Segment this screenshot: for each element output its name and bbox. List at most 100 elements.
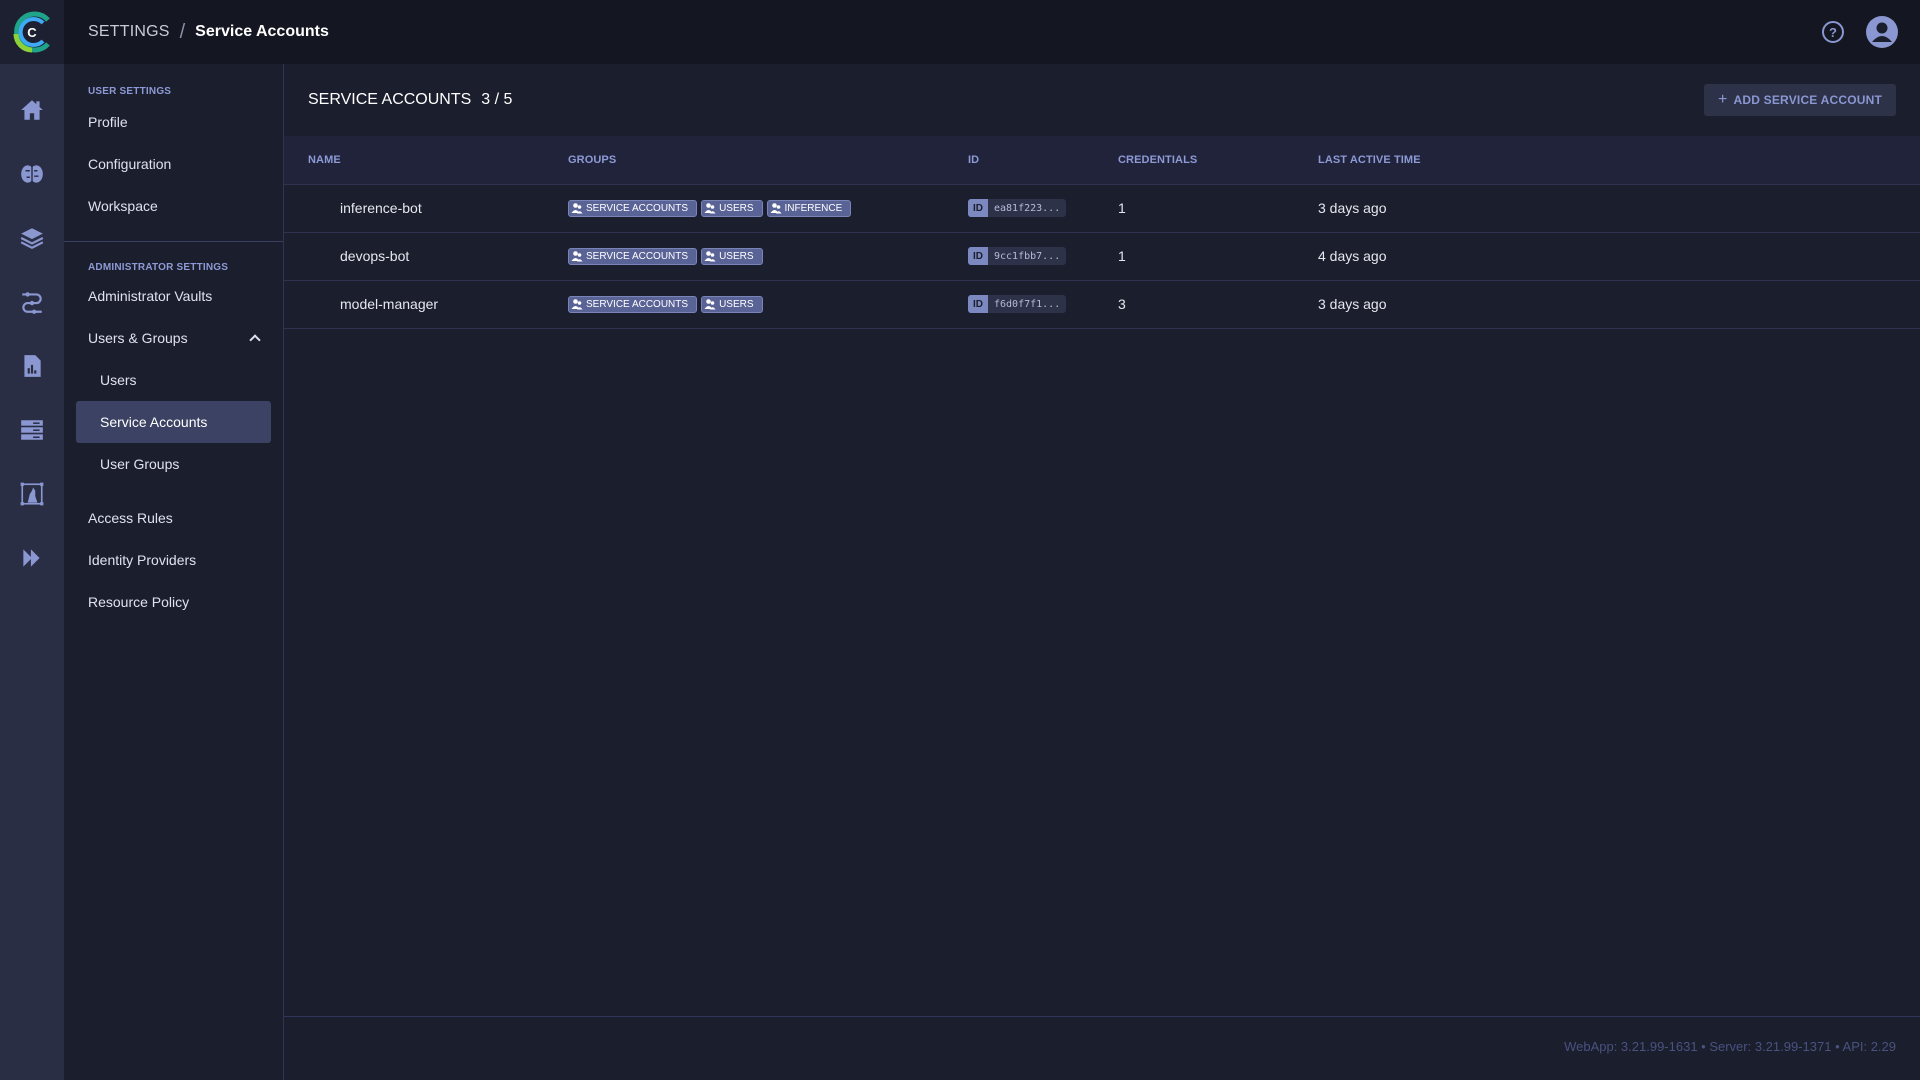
group-tag-label: USERS [719, 298, 754, 310]
group-icon [704, 251, 716, 262]
nav-identity-providers[interactable]: Identity Providers [64, 539, 283, 581]
cell-credentials: 1 [1118, 184, 1318, 233]
nav-resource-policy[interactable]: Resource Policy [64, 581, 283, 623]
nav-users[interactable]: Users [64, 359, 283, 401]
help-icon[interactable]: ? [1822, 21, 1844, 43]
group-icon [770, 203, 782, 214]
app-logo[interactable]: C [0, 0, 64, 64]
nav-users-groups-label: Users & Groups [88, 330, 188, 346]
id-value: ea81f223... [994, 202, 1061, 214]
icon-rail [0, 64, 64, 1080]
id-chip[interactable]: ID 9cc1fbb7... [968, 247, 1067, 266]
group-icon [571, 299, 583, 310]
nav-administrator-vaults[interactable]: Administrator Vaults [64, 275, 283, 317]
cell-name: model-manager [284, 280, 568, 329]
id-value: f6d0f7f1... [994, 298, 1061, 310]
version-info: WebApp: 3.21.99-1631 • Server: 3.21.99-1… [1564, 1039, 1896, 1054]
column-header-credentials[interactable]: CREDENTIALS [1118, 136, 1318, 185]
rail-home[interactable] [0, 78, 64, 142]
cell-id: ID 9cc1fbb7... [968, 232, 1118, 281]
nav-workspace[interactable]: Workspace [64, 185, 283, 227]
column-header-last-active[interactable]: LAST ACTIVE TIME [1318, 136, 1920, 185]
breadcrumb-settings[interactable]: SETTINGS [88, 23, 170, 41]
cell-credentials: 1 [1118, 232, 1318, 281]
page-title-text: SERVICE ACCOUNTS [308, 91, 472, 108]
group-tag[interactable]: USERS [701, 247, 763, 265]
nav-access-rules[interactable]: Access Rules [64, 497, 283, 539]
table-row[interactable]: devops-bot SERVICE ACCOUNTS USERS ID 9cc1fbb… [284, 232, 1920, 281]
group-tag-label: SERVICE ACCOUNTS [586, 298, 689, 310]
group-tag-label: INFERENCE [784, 202, 843, 214]
main-content: SERVICE ACCOUNTS 3 / 5 + ADD SERVICE ACCO… [284, 64, 1920, 1080]
breadcrumb: SETTINGS / Service Accounts [88, 21, 329, 44]
cell-groups: SERVICE ACCOUNTS USERS [568, 280, 968, 329]
nav-configuration[interactable]: Configuration [64, 143, 283, 185]
user-avatar[interactable] [1866, 16, 1898, 48]
cell-id: ID ea81f223... [968, 184, 1118, 233]
group-icon [571, 203, 583, 214]
id-value: 9cc1fbb7... [994, 250, 1061, 262]
layers-icon [20, 228, 44, 249]
page-header: SERVICE ACCOUNTS 3 / 5 + ADD SERVICE ACCO… [284, 64, 1920, 136]
nav-user-groups[interactable]: User Groups [64, 443, 283, 485]
datasets-icon [21, 420, 43, 440]
cell-groups: SERVICE ACCOUNTS USERS [568, 232, 968, 281]
pipeline-icon [22, 292, 42, 314]
column-header-groups[interactable]: GROUPS [568, 136, 968, 185]
group-tag[interactable]: USERS [701, 199, 763, 217]
chevron-up-icon[interactable] [249, 334, 261, 346]
id-chip[interactable]: ID ea81f223... [968, 199, 1067, 218]
add-service-account-button[interactable]: + ADD SERVICE ACCOUNT [1703, 84, 1896, 116]
rail-models[interactable] [0, 142, 64, 206]
nav-divider [64, 241, 283, 242]
group-tag[interactable]: SERVICE ACCOUNTS [568, 199, 698, 217]
settings-sidenav: USER SETTINGS Profile Configuration Work… [64, 64, 284, 1080]
group-icon [704, 203, 716, 214]
cell-last-active: 3 days ago [1318, 280, 1920, 329]
logo-icon: C [13, 11, 50, 53]
rail-datasets[interactable] [0, 398, 64, 462]
cell-name: devops-bot [284, 232, 568, 281]
cell-groups: SERVICE ACCOUNTS USERS INFERENCE [568, 184, 968, 233]
brain-icon [21, 165, 43, 183]
rail-reports[interactable] [0, 334, 64, 398]
group-tag[interactable]: SERVICE ACCOUNTS [568, 295, 698, 313]
id-label: ID [968, 247, 988, 266]
nav-service-accounts[interactable]: Service Accounts [76, 401, 271, 443]
cell-last-active: 3 days ago [1318, 184, 1920, 233]
service-account-count: 3 / 5 [481, 91, 513, 108]
group-tag[interactable]: USERS [701, 295, 763, 313]
id-chip[interactable]: ID f6d0f7f1... [968, 295, 1067, 314]
cell-name: inference-bot [284, 184, 568, 233]
user-settings-title: USER SETTINGS [88, 86, 172, 97]
rail-annotation[interactable] [0, 462, 64, 526]
group-tag[interactable]: SERVICE ACCOUNTS [568, 247, 698, 265]
table-row[interactable]: inference-bot SERVICE ACCOUNTS USERS INFERE… [284, 184, 1920, 233]
annotation-icon [20, 482, 44, 506]
nav-profile[interactable]: Profile [64, 101, 283, 143]
group-tag-label: USERS [719, 202, 754, 214]
rail-projects[interactable] [0, 206, 64, 270]
group-icon [704, 299, 716, 310]
group-tag-label: SERVICE ACCOUNTS [586, 250, 689, 262]
admin-settings-title: ADMINISTRATOR SETTINGS [88, 262, 229, 273]
cell-id: ID f6d0f7f1... [968, 280, 1118, 329]
cell-last-active: 4 days ago [1318, 232, 1920, 281]
column-header-name[interactable]: NAME [284, 136, 568, 185]
nav-users-groups[interactable]: Users & Groups [64, 317, 283, 359]
group-tag[interactable]: INFERENCE [766, 199, 852, 217]
breadcrumb-current: Service Accounts [195, 23, 329, 40]
rail-pipelines[interactable] [0, 270, 64, 334]
cell-credentials: 3 [1118, 280, 1318, 329]
id-label: ID [968, 295, 988, 314]
group-tag-label: USERS [719, 250, 754, 262]
group-icon [571, 251, 583, 262]
footer: WebApp: 3.21.99-1631 • Server: 3.21.99-1… [284, 1016, 1920, 1080]
table-row[interactable]: model-manager SERVICE ACCOUNTS USERS ID f6d0… [284, 280, 1920, 329]
table-header-row: NAME GROUPS ID CREDENTIALS LAST ACTIVE T… [284, 136, 1920, 185]
home-icon [21, 100, 43, 120]
svg-text:C: C [27, 25, 37, 40]
column-header-id[interactable]: ID [968, 136, 1118, 185]
service-accounts-table: NAME GROUPS ID CREDENTIALS LAST ACTIVE T… [284, 136, 1920, 329]
rail-deploy[interactable] [0, 526, 64, 590]
